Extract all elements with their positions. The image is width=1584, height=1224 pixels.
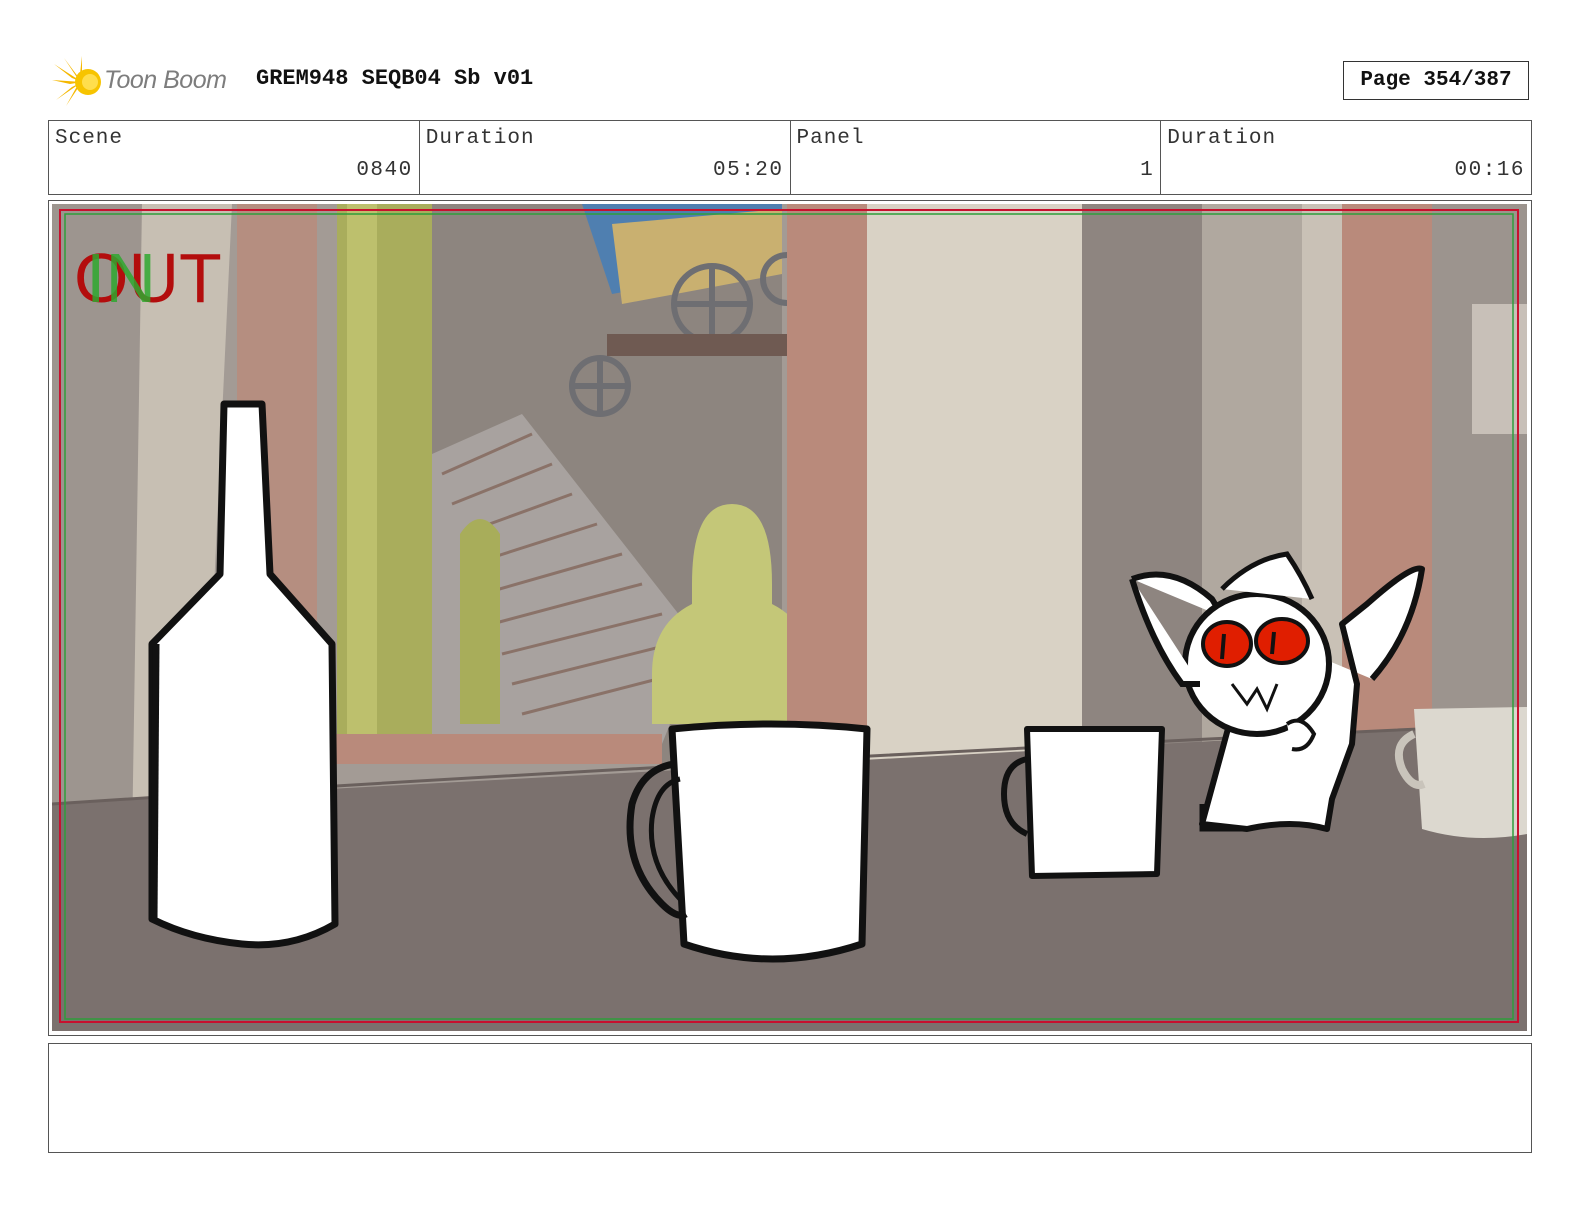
panel-value: 1 [1140, 159, 1155, 182]
gremlin-right-eye [1254, 617, 1310, 665]
scene-duration-value: 05:20 [712, 159, 784, 182]
toon-boom-logo: Toon Boom [52, 56, 242, 108]
panel-duration-cell: Duration 00:16 [1161, 121, 1531, 194]
scene-duration-label: Duration [425, 127, 535, 150]
panel-duration-label: Duration [1167, 127, 1277, 150]
panel-cell: Panel 1 [791, 121, 1162, 194]
document-title: GREM948 SEQB04 Sb v01 [256, 66, 534, 91]
panel-drawing: OUT IN [52, 204, 1527, 1031]
gremlin-left-eye [1201, 620, 1253, 668]
cactus-small [460, 519, 500, 724]
scene-duration-cell: Duration 05:20 [420, 121, 791, 194]
toon-boom-logo-icon [52, 56, 101, 106]
storyboard-panel: OUT IN [48, 200, 1532, 1036]
panel-label: Panel [796, 127, 865, 150]
brand-name: Toon Boom [104, 66, 227, 94]
scene-info-table: Scene 0840 Duration 05:20 Panel 1 Durati… [48, 120, 1532, 195]
scene-label: Scene [55, 127, 124, 150]
page-number: Page 354/387 [1343, 61, 1529, 100]
panel-duration-value: 00:16 [1454, 159, 1525, 182]
panel-notes-box [48, 1043, 1532, 1153]
overlay-in-text: IN [86, 239, 156, 317]
scene-cell: Scene 0840 [49, 121, 420, 194]
scene-value: 0840 [356, 159, 413, 182]
